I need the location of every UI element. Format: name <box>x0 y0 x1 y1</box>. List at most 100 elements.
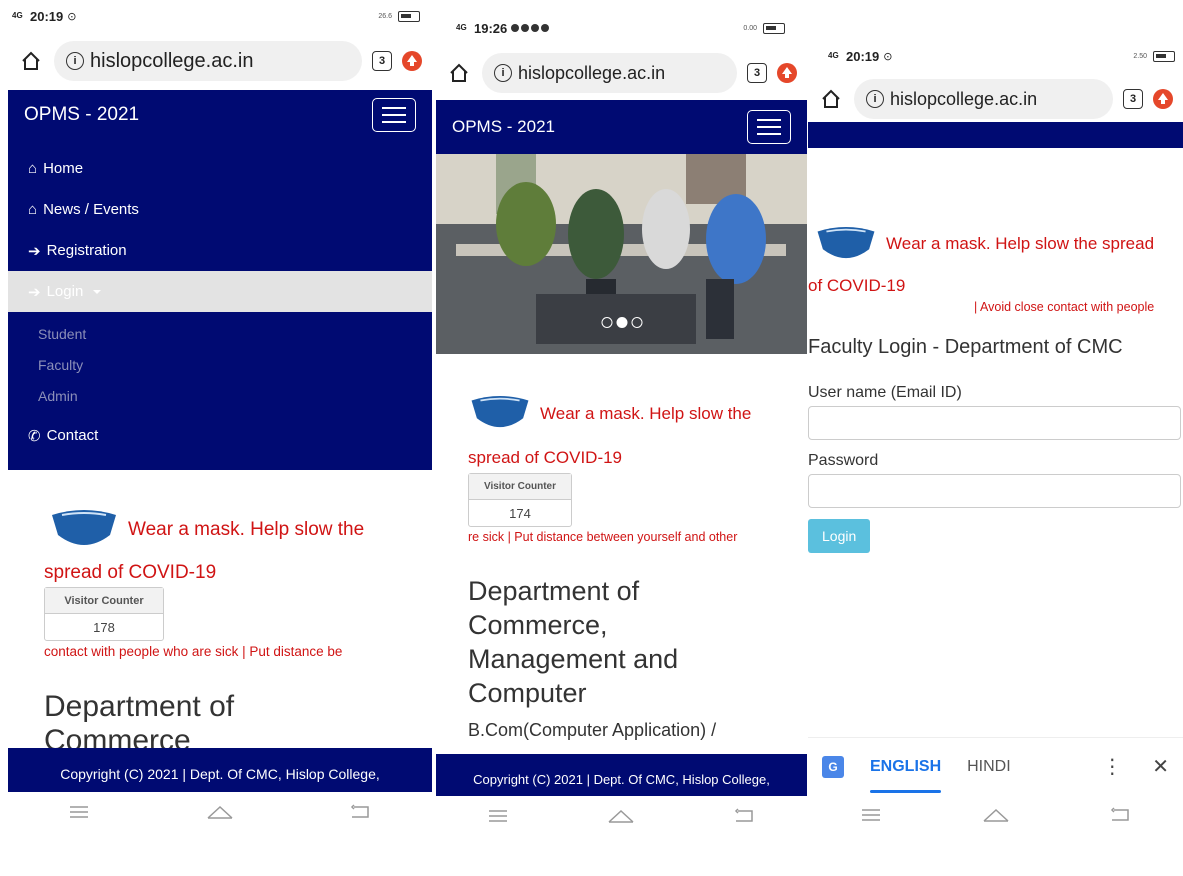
alert-line2: spread of COVID-19 <box>44 562 217 583</box>
menu-item-home[interactable]: ⌂ Home <box>8 148 432 189</box>
alert-line1: Wear a mask. Help slow the <box>128 519 365 540</box>
address-field[interactable]: i hislopcollege.ac.in <box>854 79 1113 119</box>
submenu-item-faculty[interactable]: Faculty <box>8 349 432 380</box>
carousel-indicators <box>601 317 642 328</box>
more-vert-icon[interactable]: ⋮ <box>1102 754 1122 779</box>
alert-line2: spread of COVID-19 <box>468 448 623 467</box>
lang-hindi-tab[interactable]: HINDI <box>967 738 1011 796</box>
clock: 19:26 <box>474 20 508 36</box>
alert-line2: of COVID-19 <box>808 276 906 295</box>
browser-url-bar: i hislopcollege.ac.in 3 <box>436 50 807 96</box>
site-footer: Copyright (C) 2021 | Dept. Of CMC, Hislo… <box>8 748 432 792</box>
nav-menu: ⌂ Home ⌂ News / Events ➔ Registration ➔ Logi… <box>8 140 432 470</box>
menu-item-login[interactable]: ➔ Login <box>8 271 432 312</box>
recents-icon[interactable] <box>851 805 891 825</box>
counter-label: Visitor Counter <box>45 588 163 614</box>
home-icon[interactable] <box>18 48 44 74</box>
opera-icon[interactable] <box>402 51 422 71</box>
carousel-dot[interactable] <box>631 317 642 328</box>
tabs-icon[interactable]: 3 <box>372 51 392 71</box>
alert-line1: Wear a mask. Help slow the spread <box>886 234 1155 253</box>
menu-label: Registration <box>46 242 127 259</box>
address-field[interactable]: i hislopcollege.ac.in <box>482 53 737 93</box>
opera-icon[interactable] <box>1153 89 1173 109</box>
close-icon[interactable]: ✕ <box>1152 754 1169 779</box>
menu-toggle-icon[interactable] <box>372 98 416 132</box>
counter-value: 174 <box>509 505 531 521</box>
house-icon: ⌂ <box>28 201 38 218</box>
password-label: Password <box>808 452 879 469</box>
home-button-icon[interactable] <box>976 805 1016 825</box>
browser-url-bar: i hislopcollege.ac.in 3 <box>8 38 432 84</box>
back-icon[interactable] <box>725 806 765 826</box>
menu-item-news[interactable]: ⌂ News / Events <box>8 189 432 230</box>
opera-icon[interactable] <box>777 63 797 83</box>
password-input[interactable] <box>808 474 1181 508</box>
data-speed: 26.6 <box>378 12 392 20</box>
counter-label: Visitor Counter <box>469 474 571 500</box>
alert-line1: Wear a mask. Help slow the <box>540 404 752 423</box>
notification-icons <box>511 24 550 32</box>
phone-screen-home: 4G 19:26 0.00 i hislopcollege.ac.in 3 OP… <box>436 14 807 834</box>
recents-icon[interactable] <box>478 806 518 826</box>
home-icon[interactable] <box>446 60 472 86</box>
house-icon: ⌂ <box>28 160 38 177</box>
alarm-icon: ⊙ <box>67 10 77 23</box>
menu-label: Login <box>46 283 84 300</box>
system-nav-bar <box>8 792 432 830</box>
menu-item-registration[interactable]: ➔ Registration <box>8 230 432 271</box>
username-label: User name (Email ID) <box>808 384 962 401</box>
clock: 20:19 <box>30 8 64 24</box>
info-icon[interactable]: i <box>66 52 84 70</box>
menu-toggle-icon[interactable] <box>747 110 791 144</box>
data-speed: 2.50 <box>1133 52 1147 60</box>
safety-marquee: | Avoid close contact with people <box>974 300 1155 314</box>
home-icon[interactable] <box>818 86 844 112</box>
network-indicator: 4G <box>12 11 23 20</box>
phone-screen-faculty-login: 4G 20:19 ⊙ 2.50 i hislopcollege.ac.in 3 … <box>808 40 1183 830</box>
recents-icon[interactable] <box>59 802 99 822</box>
login-button[interactable]: Login <box>808 519 871 553</box>
alarm-icon: ⊙ <box>883 50 893 63</box>
address-field[interactable]: i hislopcollege.ac.in <box>54 41 362 81</box>
home-button-icon[interactable] <box>200 802 240 822</box>
site-footer: Copyright (C) 2021 | Dept. Of CMC, Hislo… <box>436 754 807 796</box>
back-icon[interactable] <box>1101 805 1141 825</box>
clock: 20:19 <box>846 48 880 64</box>
brand-title[interactable]: OPMS - 2021 <box>452 117 555 137</box>
brand-title[interactable]: OPMS - 2021 <box>24 104 139 126</box>
menu-item-contact[interactable]: ✆ Contact <box>8 415 432 456</box>
hero-carousel[interactable] <box>436 154 807 354</box>
carousel-dot-active[interactable] <box>616 317 627 328</box>
info-icon[interactable]: i <box>494 64 512 82</box>
visitor-counter: Visitor Counter 174 <box>468 473 572 527</box>
submenu-item-admin[interactable]: Admin <box>8 380 432 411</box>
battery-icon <box>1153 50 1175 62</box>
tabs-icon[interactable]: 3 <box>1123 89 1143 109</box>
system-nav-bar <box>808 795 1183 830</box>
menu-label: Contact <box>46 427 99 444</box>
home-button-icon[interactable] <box>601 806 641 826</box>
mask-icon <box>471 396 529 428</box>
login-title: Faculty Login - Department of CMC <box>808 336 1123 358</box>
info-icon[interactable]: i <box>866 90 884 108</box>
system-nav-bar <box>436 796 807 834</box>
lang-english-tab[interactable]: ENGLISH <box>870 738 942 796</box>
back-icon[interactable] <box>341 802 381 822</box>
course-subtitle: B.Com(Computer Application) / <box>468 720 717 740</box>
submenu-item-student[interactable]: Student <box>8 318 432 349</box>
department-title: Department of Commerce, Management and C… <box>468 576 679 708</box>
sign-in-icon: ➔ <box>28 283 41 301</box>
chevron-down-icon <box>93 289 102 294</box>
data-speed: 0.00 <box>743 24 757 32</box>
mask-icon <box>817 227 875 259</box>
tabs-icon[interactable]: 3 <box>747 63 767 83</box>
sign-in-icon: ➔ <box>28 242 41 260</box>
username-input[interactable] <box>808 406 1181 440</box>
battery-icon <box>398 10 420 22</box>
safety-marquee: contact with people who are sick | Put d… <box>44 644 343 659</box>
status-bar: 4G 19:26 0.00 <box>436 14 807 42</box>
browser-url-bar: i hislopcollege.ac.in 3 <box>808 76 1183 122</box>
url-text: hislopcollege.ac.in <box>890 88 1038 109</box>
carousel-dot[interactable] <box>601 317 612 328</box>
